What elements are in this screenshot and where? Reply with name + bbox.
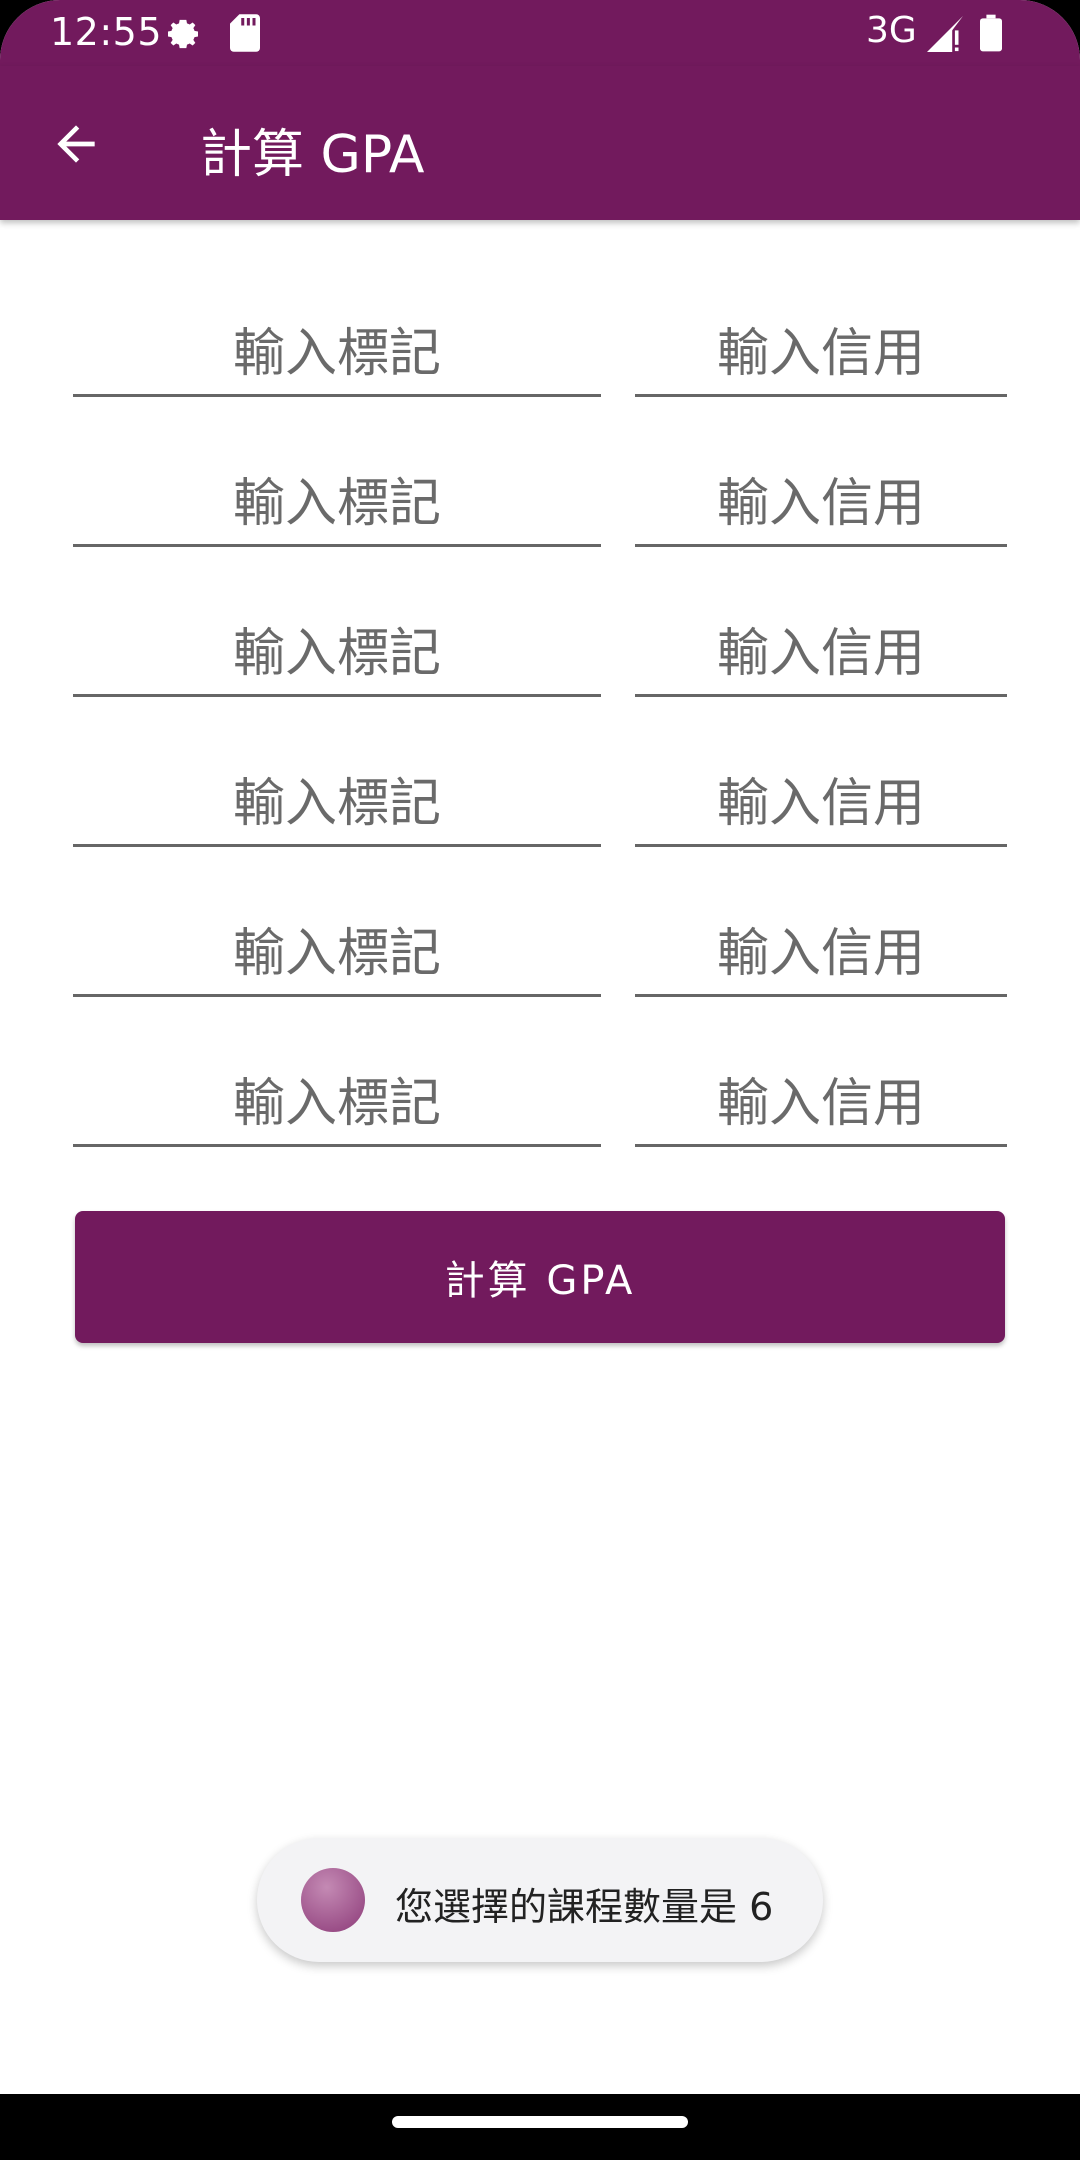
credit-input[interactable] bbox=[635, 1047, 1007, 1143]
toast: 您選擇的課程數量是 6 bbox=[257, 1838, 823, 1962]
mark-input[interactable] bbox=[73, 297, 601, 393]
page-title: 計算 GPA bbox=[200, 125, 425, 185]
calculate-gpa-button[interactable]: 計算 GPA bbox=[75, 1211, 1005, 1343]
battery-icon bbox=[980, 14, 1002, 52]
credit-field-6[interactable] bbox=[635, 1047, 1007, 1147]
mark-field-1[interactable] bbox=[73, 297, 601, 397]
status-bar: 12:55 3G bbox=[0, 0, 1080, 66]
credit-input[interactable] bbox=[635, 597, 1007, 693]
signal-icon bbox=[927, 16, 963, 52]
gear-icon bbox=[168, 19, 198, 49]
credit-input[interactable] bbox=[635, 747, 1007, 843]
credit-input[interactable] bbox=[635, 897, 1007, 993]
mark-field-4[interactable] bbox=[73, 747, 601, 847]
credit-field-3[interactable] bbox=[635, 597, 1007, 697]
toast-message: 您選擇的課程數量是 6 bbox=[395, 1885, 774, 1929]
mark-field-5[interactable] bbox=[73, 897, 601, 997]
navigation-bar bbox=[0, 2094, 1080, 2160]
app-icon bbox=[301, 1868, 365, 1932]
screen: 12:55 3G 計算 GPA 輸入標記 輸入信用 輸入標記 輸入信用 輸入標記… bbox=[0, 0, 1080, 2160]
credit-input[interactable] bbox=[635, 297, 1007, 393]
credit-input[interactable] bbox=[635, 447, 1007, 543]
network-type: 3G bbox=[866, 10, 917, 51]
mark-field-3[interactable] bbox=[73, 597, 601, 697]
credit-field-1[interactable] bbox=[635, 297, 1007, 397]
mark-input[interactable] bbox=[73, 447, 601, 543]
credit-field-4[interactable] bbox=[635, 747, 1007, 847]
mark-field-2[interactable] bbox=[73, 447, 601, 547]
status-time: 12:55 bbox=[50, 10, 163, 54]
home-handle[interactable] bbox=[392, 2116, 688, 2128]
credit-field-2[interactable] bbox=[635, 447, 1007, 547]
sd-card-icon bbox=[230, 14, 260, 52]
mark-input[interactable] bbox=[73, 597, 601, 693]
mark-field-6[interactable] bbox=[73, 1047, 601, 1147]
mark-input[interactable] bbox=[73, 1047, 601, 1143]
arrow-back-icon[interactable] bbox=[48, 116, 104, 172]
mark-input[interactable] bbox=[73, 897, 601, 993]
app-bar: 計算 GPA bbox=[0, 66, 1080, 220]
credit-field-5[interactable] bbox=[635, 897, 1007, 997]
mark-input[interactable] bbox=[73, 747, 601, 843]
